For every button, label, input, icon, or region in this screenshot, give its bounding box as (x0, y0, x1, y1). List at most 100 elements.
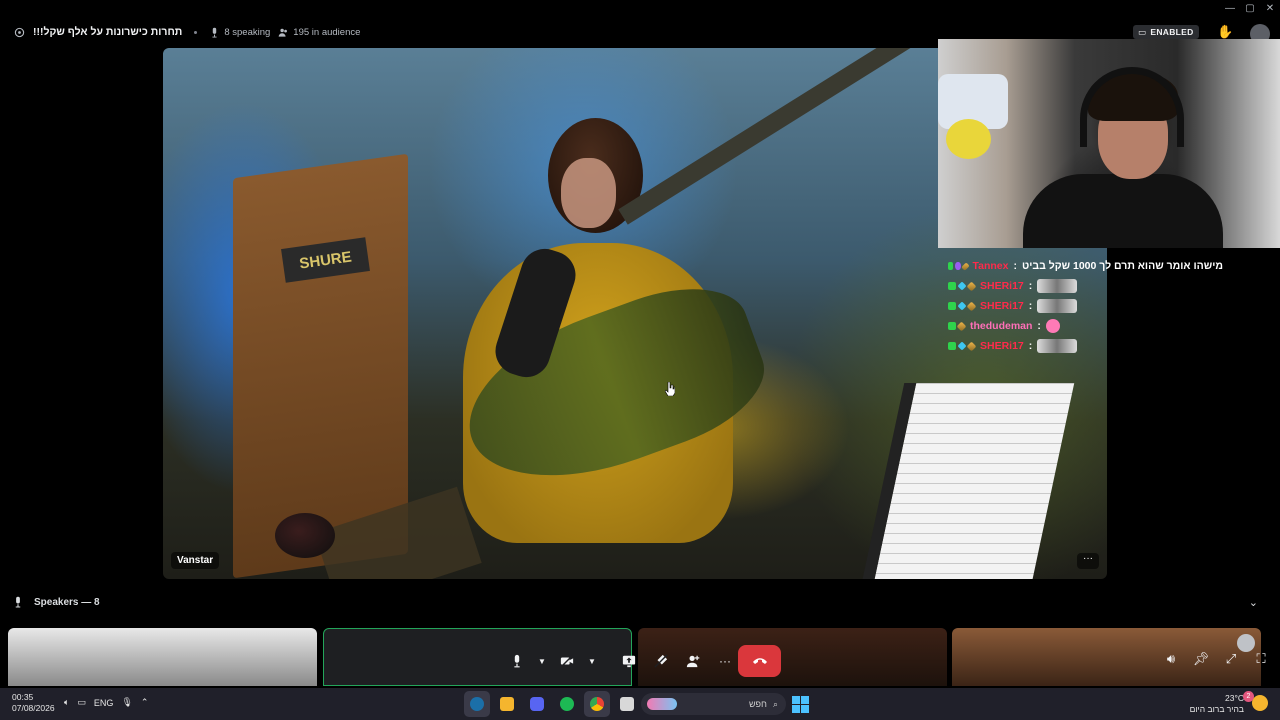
volume-icon[interactable]: 🔈︎ (64, 697, 69, 708)
chat-username: SHERi17 (980, 280, 1024, 292)
notification-badge: 2 (1243, 691, 1254, 702)
taskbar-app-chrome[interactable] (584, 691, 610, 717)
speaker-tile[interactable] (8, 628, 317, 686)
speakers-section-header[interactable]: Speakers — 8 (12, 596, 100, 608)
weather-temp: 23°C (1225, 693, 1244, 703)
spotify-icon (560, 697, 574, 711)
windows-start-button[interactable] (792, 696, 809, 713)
window-controls: — ▢ ✕ (1220, 0, 1280, 16)
camera-off-button[interactable] (553, 647, 581, 675)
badge-icon (966, 301, 977, 311)
camera-off-icon (560, 654, 574, 668)
taskbar-app-discord[interactable] (524, 691, 550, 717)
taskbar-app-files[interactable] (614, 691, 640, 717)
share-screen-button[interactable] (615, 647, 643, 675)
computer-mouse (275, 513, 335, 558)
taskbar-app-medal[interactable] (494, 691, 520, 717)
chevron-down-icon[interactable]: ▼ (535, 647, 549, 675)
enabled-label: ENABLED (1150, 27, 1194, 37)
badge-icon (957, 301, 967, 311)
call-controls: ▼ ▼ ··· (503, 645, 739, 677)
emote-icon (1037, 279, 1078, 293)
windows-logo-tile (792, 705, 800, 713)
enabled-badge[interactable]: ▭ ENABLED (1133, 25, 1199, 39)
chat-username: SHERi17 (980, 340, 1024, 352)
sun-icon (1252, 695, 1268, 711)
chrome-icon (590, 697, 604, 711)
badge-icon (948, 322, 956, 330)
audience-label: 195 in audience (293, 26, 361, 38)
badge-icon (955, 262, 961, 270)
taskbar-app-spotify[interactable] (554, 691, 580, 717)
add-user-icon (686, 655, 700, 668)
mute-button[interactable] (503, 647, 531, 675)
badge-icon (960, 261, 970, 271)
raise-hand-icon[interactable]: ✋ (1217, 24, 1233, 40)
microphone-icon (15, 596, 21, 608)
badge-icon (948, 262, 954, 270)
weather-widget[interactable]: 23°C בהיר ברוב היום (1190, 693, 1244, 715)
fullscreen-icon[interactable]: ⛶ (1253, 651, 1269, 667)
pin-icon[interactable]: 📌︎ (1193, 651, 1210, 667)
taskbar-app-steam[interactable] (464, 691, 490, 717)
microphone-icon (514, 654, 520, 668)
rocket-off-icon (654, 654, 668, 668)
volume-icon[interactable]: 🔊︎ (1163, 651, 1179, 667)
windows-logo-tile (792, 696, 800, 704)
hand-cursor-icon (665, 382, 675, 396)
cam-person-shirt (1023, 174, 1223, 248)
search-icon: ⌕ (772, 698, 778, 709)
chat-text: מישהו אומר שהוא תרם לך 1000 שקל בביט (1021, 260, 1224, 272)
speakers-label: Speakers — 8 (34, 596, 100, 608)
chat-message: Tannex : מישהו אומר שהוא תרם לך 1000 שקל… (948, 256, 1223, 276)
badge-icon (956, 321, 967, 331)
cam-plush-toy (946, 119, 991, 159)
clock-date: 07/08/2026 (12, 703, 55, 713)
streamer-face (561, 158, 616, 228)
badge-icon (966, 341, 977, 351)
chevron-up-icon[interactable]: ⌃ (141, 697, 149, 708)
chat-message: SHERi17 : (948, 276, 1223, 296)
chevron-down-icon[interactable]: ⌄ (1249, 596, 1258, 609)
chat-username: SHERi17 (980, 300, 1024, 312)
streamer-name-tag: Vanstar (171, 552, 220, 569)
microphone-icon[interactable]: 🎙︎ (121, 697, 132, 708)
maximize-icon[interactable]: ▢ (1240, 0, 1260, 16)
chat-colon: : (1028, 340, 1033, 352)
speaking-count: 8 speaking (209, 27, 270, 38)
audience-icon (278, 28, 288, 37)
clock-time: 00:35 (12, 692, 34, 702)
stream-more-button[interactable]: ··· (1077, 553, 1099, 569)
more-options-button[interactable]: ··· (711, 647, 739, 675)
taskbar-clock[interactable]: 00:35 07/08/2026 (12, 692, 55, 714)
folder-icon (620, 697, 634, 711)
taskbar-apps (464, 691, 640, 717)
network-icon[interactable]: ▭ (77, 697, 86, 708)
leave-call-button[interactable] (738, 645, 781, 677)
chat-message: thedudeman : (948, 316, 1223, 336)
microphone-icon (212, 27, 217, 38)
chevron-down-icon[interactable]: ▼ (585, 647, 599, 675)
minimize-icon[interactable]: — (1220, 0, 1240, 16)
audience-count: 195 in audience (278, 27, 360, 38)
windows-logo-tile (801, 696, 809, 704)
chat-colon: : (1013, 260, 1017, 272)
taskbar-search[interactable]: חפש ⌕ (641, 693, 786, 715)
chat-username: Tannex (972, 260, 1009, 272)
badge-icon (948, 342, 956, 350)
chat-overlay: Tannex : מישהו אומר שהוא תרם לך 1000 שקל… (948, 256, 1223, 356)
chat-colon: : (1028, 280, 1033, 292)
phone-hangup-icon (752, 658, 767, 664)
speaking-label: 8 speaking (224, 26, 271, 38)
discord-icon (530, 697, 544, 711)
badge-icon (948, 302, 956, 310)
windows-taskbar: 00:35 07/08/2026 🔈︎ ▭ ENG 🎙︎ ⌃ חפש ⌕ 23°… (0, 688, 1280, 720)
language-indicator[interactable]: ENG (94, 698, 114, 708)
discord-stage-window: — ▢ ✕ תחרות כישרונות על אלף שקל!!! 8 spe… (0, 0, 1280, 720)
badge-icon (948, 282, 956, 290)
close-icon[interactable]: ✕ (1260, 0, 1280, 16)
chat-colon: : (1037, 320, 1041, 332)
activity-button[interactable] (647, 647, 675, 675)
invite-button[interactable] (679, 647, 707, 675)
popout-icon[interactable]: ⤢ (1223, 651, 1239, 667)
